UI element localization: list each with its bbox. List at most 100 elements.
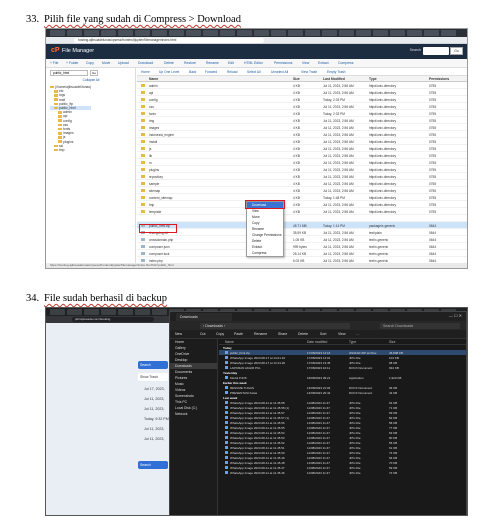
cmd-paste[interactable]: Paste [234, 332, 243, 336]
file-row[interactable]: config 4 KB Today, 2:33 PM httpd/unix-direc… [137, 96, 467, 103]
cell-date: Jul 11, 2023, 2:56 AM [323, 237, 354, 242]
file-icon [225, 421, 228, 424]
file-row[interactable]: img 4 KB Jul 11, 2023, 2:56 AM httpd/unix-d… [137, 117, 467, 124]
cmd-view[interactable]: View [338, 332, 346, 336]
cell-name: LAPORAN AKHIR PKL [230, 365, 261, 370]
empty-trash-button[interactable]: Empty Trash [327, 70, 346, 74]
file-row[interactable]: WhatsApp Image 2023-08-11 at 11.45.46 11/… [219, 470, 466, 475]
unselect-all-button[interactable]: Unselect All [271, 70, 288, 74]
cell-name: api [149, 90, 154, 95]
file-row[interactable]: composer.lock 26.14 KB Jul 11, 2023, 2:56 … [137, 250, 467, 257]
cell-type: JPG File [349, 415, 361, 420]
forward-button[interactable]: Forward [205, 70, 217, 74]
file-row[interactable]: repository 4 KB Jul 11, 2023, 2:56 AM httpd… [137, 173, 467, 180]
cmd-sort[interactable]: Sort [320, 332, 326, 336]
cmd-cut[interactable]: Cut [200, 332, 205, 336]
cell-date: 11/08/2023 11:47 [307, 435, 330, 440]
file-row[interactable]: changelog.txt 35.59 KB Jul 11, 2023, 2:56 … [137, 229, 467, 236]
select-all-button[interactable]: Select All [247, 70, 261, 74]
file-row[interactable]: css 4 KB Jul 11, 2023, 2:56 AM httpd/unix-d… [137, 103, 467, 110]
file-row[interactable]: tmp 4 KB Jul 11, 2023, 2:56 AM httpd/unix-d… [137, 201, 467, 208]
home-button[interactable]: Home [141, 70, 150, 74]
window-controls[interactable]: — ☐ ✕ [449, 313, 462, 318]
file-row[interactable]: fonts 4 KB Today, 2:33 PM httpd/unix-direct… [137, 110, 467, 117]
file-row[interactable]: sample 4 KB Jul 11, 2023, 2:56 AM httpd/uni… [137, 180, 467, 187]
up-level-button[interactable]: Up One Level [159, 70, 179, 74]
view-trash-button[interactable]: View Trash [301, 70, 317, 74]
cmd-rename[interactable]: Rename [254, 332, 267, 336]
cell-name: crossdomain.php [149, 237, 174, 242]
cell-type: Application [349, 375, 364, 380]
breadcrumb[interactable]: › Downloads › [200, 323, 350, 329]
col-type[interactable]: Type [369, 77, 377, 81]
col-type[interactable]: Type [349, 340, 356, 344]
cmd-new[interactable]: New [175, 332, 182, 336]
col-date[interactable]: Date modified [307, 340, 327, 344]
explorer-tab[interactable]: Downloads [176, 313, 232, 321]
tb-upload[interactable]: Upload [118, 61, 129, 65]
path-go-button[interactable]: Go [90, 70, 98, 76]
path-input[interactable]: public_html [50, 70, 88, 76]
file-row[interactable]: plugins 4 KB Jul 11, 2023, 2:56 AM httpd/un… [137, 166, 467, 173]
file-row[interactable]: api 4 KB Jul 11, 2023, 2:56 AM httpd/unix-d… [137, 89, 467, 96]
tb-new-file[interactable]: + File [50, 61, 58, 65]
search-go-button[interactable]: Go [450, 47, 463, 55]
tree-item[interactable]: tmp [50, 148, 91, 152]
tb-permissions[interactable]: Permissions [274, 61, 292, 65]
tb-delete[interactable]: Delete [164, 61, 174, 65]
cell-date: Jul 11, 2023, 2:56 AM [323, 167, 354, 172]
nav-network[interactable]: Network [170, 411, 217, 417]
reload-button[interactable]: Reload [227, 70, 237, 74]
directory-tree-panel: public_html Go Collapse All (/home/ajibs… [46, 68, 136, 268]
tb-view[interactable]: View [302, 61, 309, 65]
cmd-more[interactable]: … [356, 332, 360, 336]
col-name[interactable]: Name [149, 77, 158, 81]
tb-new-folder[interactable]: + Folder [66, 61, 79, 65]
tb-html-editor[interactable]: HTML Editor [244, 61, 263, 65]
cpanel-header: cP File Manager Search Go [46, 44, 467, 59]
tb-download[interactable]: Download [138, 61, 153, 65]
col-size[interactable]: Size [293, 77, 300, 81]
file-row[interactable]: admin 4 KB Jul 11, 2023, 2:56 AM httpd/unix… [137, 82, 467, 89]
tb-extract[interactable]: Extract [318, 61, 329, 65]
tb-move[interactable]: Move [102, 61, 110, 65]
collapse-all-link[interactable]: Collapse All [50, 78, 132, 84]
file-row[interactable] [137, 215, 467, 222]
url-field[interactable]: pklmiplusada.com/booking [72, 317, 154, 322]
bg-search-button-2[interactable]: Search [138, 461, 168, 469]
cmd-copy[interactable]: Copy [216, 332, 224, 336]
file-row[interactable]: template 4 KB Jul 11, 2023, 2:56 AM httpd/u… [137, 208, 467, 215]
ctx-compress[interactable]: Compress [247, 250, 283, 256]
back-button[interactable]: Back [189, 70, 196, 74]
search-input[interactable]: Search Downloads [380, 323, 460, 329]
tb-copy[interactable]: Copy [86, 61, 94, 65]
file-row[interactable]: install 4 KB Jul 11, 2023, 2:56 AM httpd/un… [137, 138, 467, 145]
col-size[interactable]: Size [389, 340, 395, 344]
file-row[interactable]: m 4 KB Jul 11, 2023, 2:56 AM httpd/unix-dir… [137, 159, 467, 166]
col-permissions[interactable]: Permissions [429, 77, 449, 81]
search-input[interactable] [423, 47, 449, 55]
col-modified[interactable]: Last Modified [323, 77, 345, 81]
tb-restore[interactable]: Restore [184, 61, 196, 65]
file-row[interactable]: content_sitemap 4 KB Today, 1:48 PM httpd/u… [137, 194, 467, 201]
file-row[interactable]: composer.json 999 bytes Jul 11, 2023, 2:56… [137, 243, 467, 250]
tb-rename[interactable]: Rename [206, 61, 219, 65]
cmd-delete[interactable]: Delete [298, 332, 308, 336]
file-row[interactable]: public_html.zip 45.71 MB Today, 1:14 PM pac… [137, 222, 467, 229]
col-name[interactable]: Name [225, 340, 234, 344]
file-row[interactable]: js 4 KB Jul 11, 2023, 2:56 AM httpd/unix-di… [137, 145, 467, 152]
cell-type: JPG File [349, 450, 361, 455]
url-field[interactable]: hosting.ajibsuadelunas/cpsess/frontend/j… [74, 38, 264, 43]
folder-icon [141, 175, 145, 178]
tb-edit[interactable]: Edit [228, 61, 234, 65]
file-row[interactable]: sitemap 4 KB Jul 11, 2023, 2:56 AM httpd/un… [137, 187, 467, 194]
file-row[interactable]: images 4 KB Jul 11, 2023, 2:56 AM httpd/uni… [137, 124, 467, 131]
file-row[interactable]: crossdomain.php 1.05 KB Jul 11, 2023, 2:56… [137, 236, 467, 243]
cmd-share[interactable]: Share [278, 332, 287, 336]
file-row[interactable]: lib 4 KB Jul 11, 2023, 2:56 AM httpd/unix-d… [137, 152, 467, 159]
bg-search-button[interactable]: Search [138, 361, 168, 369]
cell-date: Jul 11, 2023, 2:56 AM [323, 188, 354, 193]
bg-show-trash-button[interactable]: Show Trash [138, 373, 168, 381]
tb-compress[interactable]: Compress [338, 61, 353, 65]
file-row[interactable]: indonesia_engine 4 KB Jul 11, 2023, 2:56 A… [137, 131, 467, 138]
